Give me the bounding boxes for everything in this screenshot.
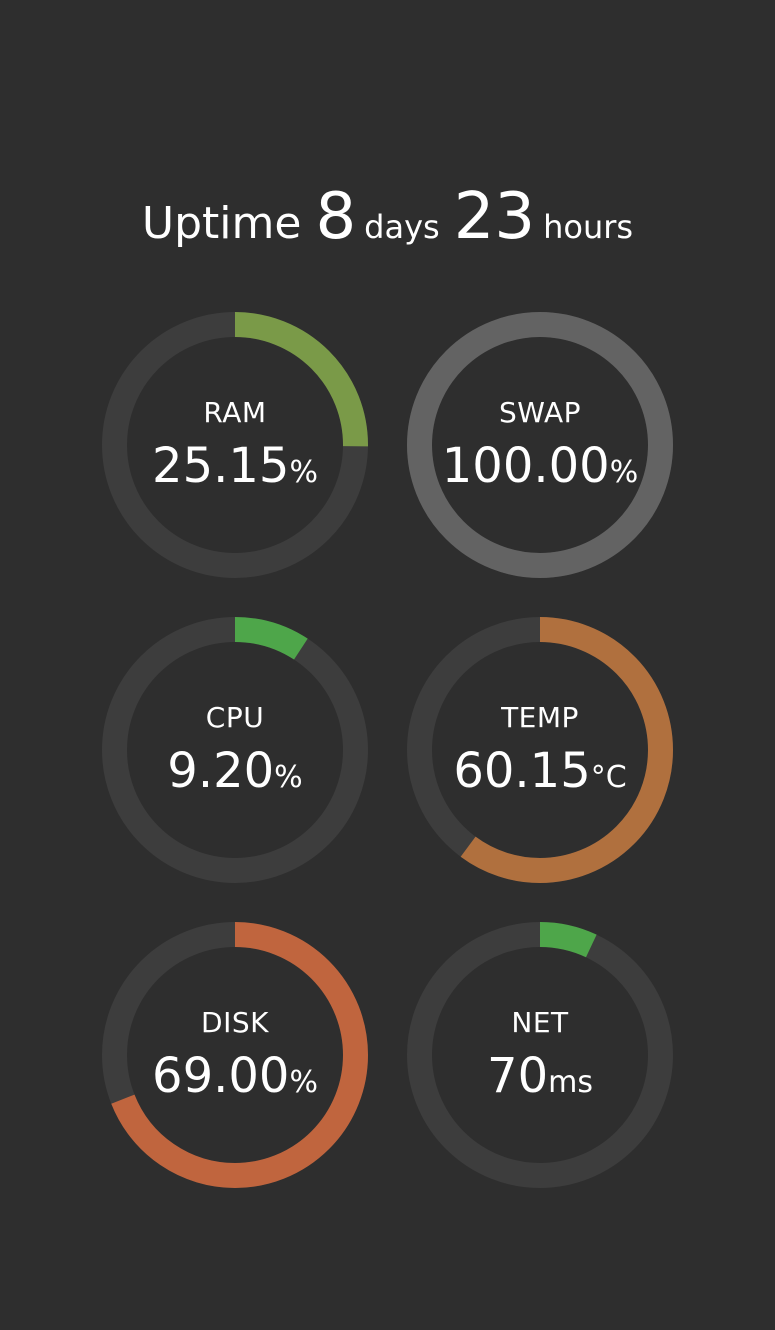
uptime-days-value: 8 xyxy=(315,180,357,254)
swap-unit: % xyxy=(609,455,639,490)
net-value: 70 xyxy=(487,1048,549,1104)
net-reading: 70ms xyxy=(407,1048,673,1104)
disk-value: 69.00 xyxy=(152,1048,290,1104)
net-gauge: NET 70ms xyxy=(407,922,673,1188)
ram-reading: 25.15% xyxy=(102,438,368,494)
ram-gauge: RAM 25.15% xyxy=(102,312,368,578)
temp-value: 60.15 xyxy=(453,743,591,799)
disk-gauge: DISK 69.00% xyxy=(102,922,368,1188)
temp-label: TEMP xyxy=(501,701,579,734)
temp-gauge: TEMP 60.15°C xyxy=(407,617,673,883)
net-label: NET xyxy=(511,1006,569,1039)
temp-reading: 60.15°C xyxy=(407,743,673,799)
uptime-days-unit: days xyxy=(364,208,440,246)
swap-reading: 100.00% xyxy=(407,438,673,494)
swap-label: SWAP xyxy=(499,396,581,429)
ram-label: RAM xyxy=(203,396,267,429)
disk-unit: % xyxy=(289,1065,318,1100)
cpu-gauge: CPU 9.20% xyxy=(102,617,368,883)
swap-value: 100.00 xyxy=(441,438,610,494)
cpu-label: CPU xyxy=(205,701,265,734)
system-monitor: Uptime 8 days 23 hours RAM 25.15% SWAP 100.0… xyxy=(0,0,775,1330)
cpu-value: 9.20 xyxy=(167,743,275,799)
uptime-display: Uptime 8 days 23 hours xyxy=(0,180,775,254)
disk-reading: 69.00% xyxy=(102,1048,368,1104)
swap-gauge: SWAP 100.00% xyxy=(407,312,673,578)
temp-unit: °C xyxy=(590,760,627,795)
uptime-label: Uptime xyxy=(141,198,302,249)
cpu-reading: 9.20% xyxy=(102,743,368,799)
uptime-hours-value: 23 xyxy=(453,180,536,254)
cpu-unit: % xyxy=(274,760,303,795)
disk-label: DISK xyxy=(201,1006,269,1039)
ram-value: 25.15 xyxy=(152,438,290,494)
net-unit: ms xyxy=(548,1065,593,1100)
ram-unit: % xyxy=(289,455,318,490)
uptime-hours-unit: hours xyxy=(543,208,634,246)
